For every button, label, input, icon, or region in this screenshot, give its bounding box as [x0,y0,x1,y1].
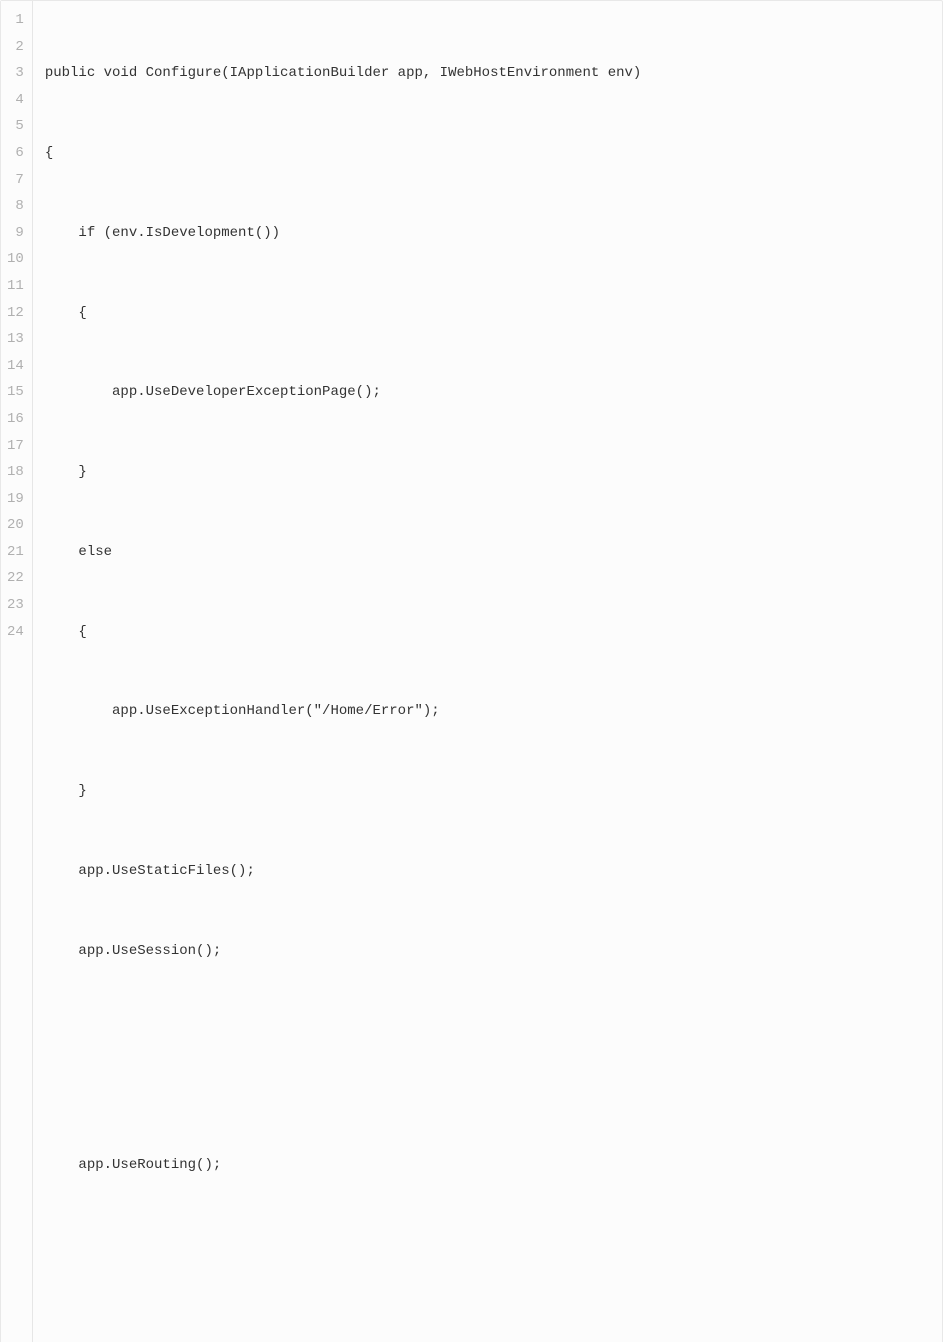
code-line: app.UseExceptionHandler("/Home/Error"); [45,698,932,725]
code-line [45,1085,932,1099]
line-number: 18 [7,459,24,486]
code-content[interactable]: public void Configure(IApplicationBuilde… [33,1,942,1342]
line-number-gutter: 1 2 3 4 5 6 7 8 9 10 11 12 13 14 15 16 1… [1,1,33,1342]
line-number: 21 [7,539,24,566]
line-number: 24 [7,619,24,646]
code-line: app.UseSession(); [45,938,932,965]
code-line: app.UseRouting(); [45,1152,932,1179]
code-line [45,1232,932,1246]
code-block: 1 2 3 4 5 6 7 8 9 10 11 12 13 14 15 16 1… [0,0,943,1342]
line-number: 9 [7,220,24,247]
line-number: 7 [7,167,24,194]
code-line: } [45,459,932,486]
code-line [45,1299,932,1313]
line-number: 2 [7,34,24,61]
code-line: { [45,619,932,646]
line-number: 10 [7,246,24,273]
line-number: 13 [7,326,24,353]
line-number: 12 [7,300,24,327]
line-number: 22 [7,565,24,592]
code-line: public void Configure(IApplicationBuilde… [45,60,932,87]
line-number: 16 [7,406,24,433]
line-number: 23 [7,592,24,619]
line-number: 6 [7,140,24,167]
line-number: 3 [7,60,24,87]
code-line: app.UseDeveloperExceptionPage(); [45,379,932,406]
line-number: 19 [7,486,24,513]
code-line: } [45,778,932,805]
line-number: 4 [7,87,24,114]
line-number: 11 [7,273,24,300]
line-number: 5 [7,113,24,140]
line-number: 20 [7,512,24,539]
code-line: app.UseStaticFiles(); [45,858,932,885]
line-number: 8 [7,193,24,220]
line-number: 17 [7,433,24,460]
line-number: 15 [7,379,24,406]
code-line [45,1018,932,1032]
line-number: 14 [7,353,24,380]
code-line: else [45,539,932,566]
code-line: { [45,300,932,327]
line-number: 1 [7,7,24,34]
code-line: if (env.IsDevelopment()) [45,220,932,247]
code-line: { [45,140,932,167]
